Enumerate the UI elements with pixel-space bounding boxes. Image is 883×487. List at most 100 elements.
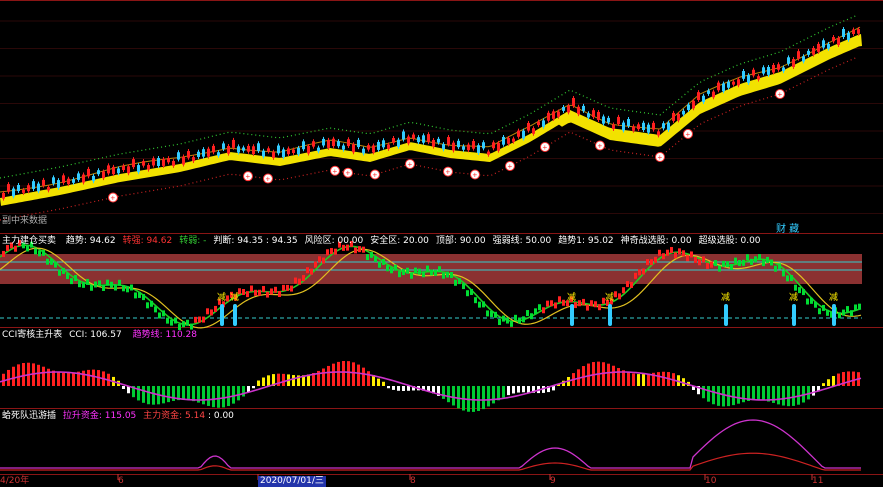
candle-body [552, 111, 555, 119]
cci-bar [527, 386, 530, 393]
osc-bar [674, 252, 677, 259]
osc-bar [578, 300, 581, 307]
osc-bar [210, 309, 213, 316]
osc-bar [362, 246, 365, 253]
cci-bar [252, 386, 255, 389]
osc-bar [778, 263, 781, 270]
candle-body [262, 150, 265, 157]
osc-bar [106, 279, 109, 286]
osc-bar [426, 265, 429, 272]
candle-body [622, 122, 625, 131]
osc-bar [534, 308, 537, 315]
osc-bar [82, 281, 85, 288]
candle-body [72, 179, 75, 183]
indicator1-name: 主力建仓买卖 [2, 236, 57, 246]
cci-bar [242, 386, 245, 397]
cci-trend-line [0, 371, 862, 401]
candle-body [157, 158, 160, 167]
candle-body [87, 168, 90, 177]
osc-bar [138, 291, 141, 298]
cci-bar [367, 371, 370, 386]
candle-body [822, 40, 825, 48]
candle-body [607, 117, 610, 123]
signal-label: 减 [567, 291, 576, 303]
x-tick-label: 4/20年 [0, 476, 30, 486]
osc-bar [78, 281, 81, 288]
osc-bar [54, 261, 57, 268]
cci-bar [17, 364, 20, 386]
osc-bar [478, 301, 481, 308]
cci-bar [212, 386, 215, 408]
candle-body [97, 170, 100, 175]
osc-bar [46, 258, 49, 265]
candle-body [437, 138, 440, 143]
cci-bar [332, 363, 335, 386]
signal-bar [233, 304, 237, 326]
candle-body [277, 145, 280, 154]
cci-bar [282, 373, 285, 386]
candle-body [102, 171, 105, 179]
osc-bar [458, 278, 461, 285]
candle-body [772, 64, 775, 73]
osc-bar [34, 248, 37, 255]
candle-body [407, 136, 410, 144]
candle-body [182, 156, 185, 165]
osc-bar [746, 254, 749, 261]
candle-body [547, 112, 550, 121]
osc-bar [634, 272, 637, 279]
candle-body [652, 122, 655, 130]
osc-bar [726, 261, 729, 268]
osc-bar [650, 259, 653, 266]
osc-bar [622, 287, 625, 294]
osc-bar [258, 289, 261, 296]
candle-body [742, 71, 745, 79]
candle-body [152, 158, 155, 166]
osc-bar [766, 256, 769, 263]
osc-bar [418, 268, 421, 275]
candle-body [327, 139, 330, 148]
osc-bar [742, 259, 745, 266]
x-tick-label: 10 [705, 476, 717, 486]
candle-body [792, 59, 795, 67]
indicator1-stats: 趋势: 94.62 转强: 94.62 转弱: - 判断: 94.35 : 94.35… [59, 236, 761, 246]
cci-bar [82, 370, 85, 386]
osc-bar [322, 257, 325, 264]
candle-body [637, 124, 640, 130]
indicator1-stat: 顶部: 90.00 [435, 236, 486, 246]
candle-body [647, 124, 650, 133]
osc-bar [130, 284, 133, 291]
osc-bar [94, 281, 97, 288]
candle-body [512, 138, 515, 142]
cci-bar [237, 386, 240, 401]
candle-body [672, 112, 675, 121]
buy-marker-glyph: + [778, 90, 783, 99]
cci-bar [357, 364, 360, 386]
osc-bar [170, 319, 173, 326]
cci-bar [72, 372, 75, 386]
candle-body [487, 151, 490, 155]
candle-body [127, 166, 130, 174]
osc-bar [502, 315, 505, 322]
candle-body [172, 160, 175, 166]
osc-bar [850, 310, 853, 317]
x-tick-label: 2020/07/01/三 [258, 476, 326, 487]
candle-body [712, 91, 715, 98]
candle-body [612, 124, 615, 130]
cci-bar [792, 386, 795, 406]
candle-body [412, 134, 415, 139]
cci-bar [447, 386, 450, 403]
osc-bar [446, 271, 449, 278]
candle-body [242, 147, 245, 151]
candle-body [297, 147, 300, 155]
candle-body [532, 128, 535, 134]
candle-body [377, 141, 380, 150]
candle-body [162, 159, 165, 166]
signal-bar [724, 304, 728, 326]
osc-bar [358, 246, 361, 253]
osc-bar [526, 310, 529, 317]
cci-bar [37, 364, 40, 386]
osc-bar [806, 298, 809, 305]
cci-bar [662, 371, 665, 386]
osc-bar [278, 290, 281, 297]
candle-body [797, 51, 800, 59]
